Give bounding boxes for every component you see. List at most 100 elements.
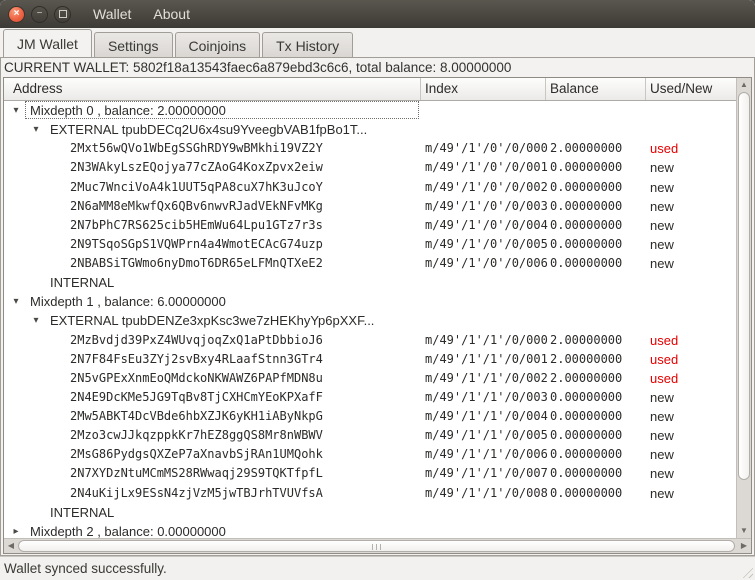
address-cell: 2MzBvdjd39PxZ4WUvqjoqZxQ1aPtDbbioJ6 [70, 332, 323, 347]
tree-row[interactable]: 2Mxt56wQVo1WbEgSSGhRDY9wBMkhi19VZ2Y m/49'… [4, 139, 736, 158]
close-button[interactable]: × [8, 5, 25, 23]
status-cell: used [650, 141, 679, 157]
balance-cell: 0.00000000 [550, 236, 623, 251]
scroll-left-icon[interactable]: ◀ [4, 539, 18, 553]
tab-tx-history[interactable]: Tx History [262, 32, 354, 58]
scroll-down-icon[interactable]: ▼ [737, 524, 751, 538]
vertical-scrollbar-thumb[interactable] [738, 92, 750, 480]
tree-row[interactable]: 2N7F84FsEu3ZYj2svBxy4RLaafStnn3GTr4 m/49'… [4, 350, 736, 369]
tree-row[interactable]: ▸ Mixdepth 2 , balance: 0.00000000 [4, 522, 736, 538]
chevron-right-icon[interactable]: ▸ [10, 522, 22, 538]
tree-row[interactable]: 2Muc7WnciVoA4k1UUT5qPA8cuX7hK3uJcoY m/49'… [4, 178, 736, 197]
menu-wallet[interactable]: Wallet [93, 6, 131, 22]
tab-coinjoins[interactable]: Coinjoins [174, 32, 261, 58]
status-cell: new [650, 409, 674, 424]
tree-row[interactable]: 2NBABSiTGWmo6nyDmoT6DR65eLFMnQTXeE2 m/49'… [4, 254, 736, 273]
address-cell: Mixdepth 2 , balance: 0.00000000 [30, 523, 226, 538]
address-cell: 2N7XYDzNtuMCmMS28RWwaqj29S9TQKTfpfL [70, 466, 323, 481]
status-cell: new [650, 160, 674, 176]
index-cell: m/49'/1'/0'/0/002 [425, 179, 548, 194]
column-header-address[interactable]: Address [4, 78, 421, 100]
status-cell: used [650, 351, 679, 367]
address-cell: 2N7bPhC7RS625cib5HEmWu64Lpu1GTz7r3s [70, 217, 323, 232]
tree-row[interactable]: INTERNAL [4, 273, 736, 292]
resize-grip-icon[interactable] [740, 565, 753, 578]
maximize-icon [58, 10, 67, 18]
index-cell: m/49'/1'/1'/0/005 [425, 428, 548, 443]
address-cell: 2Muc7WnciVoA4k1UUT5qPA8cuX7hK3uJcoY [70, 179, 323, 194]
balance-cell: 2.00000000 [550, 332, 623, 347]
index-cell: m/49'/1'/1'/0/001 [425, 351, 548, 366]
status-cell: new [650, 389, 674, 405]
menu-about[interactable]: About [153, 6, 190, 22]
address-cell: 2N5vGPExXnmEoQMdckoNKWAWZ6PAPfMDN8u [70, 370, 323, 385]
tree-row[interactable]: 2N4uKijLx9ESsN4zjVzM5jwTBJrhTVUVfsA m/49'… [4, 484, 736, 503]
index-cell: m/49'/1'/1'/0/003 [425, 389, 548, 404]
address-cell: EXTERNAL tpubDENZe3xpKsc3we7zHEKhyYp6pXX… [50, 313, 375, 329]
index-cell: m/49'/1'/1'/0/007 [425, 466, 548, 481]
tree-row[interactable]: ▾ EXTERNAL tpubDENZe3xpKsc3we7zHEKhyYp6pX… [4, 311, 736, 330]
horizontal-scrollbar-thumb[interactable] [18, 540, 735, 552]
address-cell: 2NBABSiTGWmo6nyDmoT6DR65eLFMnQTXeE2 [70, 256, 323, 270]
status-message: Wallet synced successfully. [4, 561, 167, 576]
address-cell: 2Mzo3cwJJkqzppkKr7hEZ8ggQS8Mr8nWBWV [70, 428, 323, 443]
index-cell: m/49'/1'/1'/0/000 [425, 332, 548, 347]
address-cell: EXTERNAL tpubDECq2U6x4su9YveegbVAB1fpBo1… [50, 122, 368, 138]
index-cell: m/49'/1'/0'/0/005 [425, 236, 548, 251]
status-cell: new [650, 256, 674, 271]
chevron-down-icon[interactable]: ▾ [10, 101, 22, 120]
tree-row[interactable]: 2N7XYDzNtuMCmMS28RWwaqj29S9TQKTfpfL m/49'… [4, 464, 736, 483]
tree-body: ▾ Mixdepth 0 , balance: 2.00000000 ▾ EXTERN… [4, 101, 736, 538]
tree-row[interactable]: 2N3WAkyLszEQojya77cZAoG4KoxZpvx2eiw m/49'… [4, 158, 736, 177]
chevron-down-icon[interactable]: ▾ [30, 311, 42, 330]
balance-cell: 0.00000000 [550, 428, 623, 443]
tree-row[interactable]: ▾ Mixdepth 1 , balance: 6.00000000 [4, 292, 736, 311]
tree-row[interactable]: 2N7bPhC7RS625cib5HEmWu64Lpu1GTz7r3s m/49'… [4, 216, 736, 235]
maximize-button[interactable] [54, 5, 71, 23]
balance-cell: 0.00000000 [550, 179, 623, 194]
status-cell: new [650, 428, 674, 444]
column-header-used-new[interactable]: Used/New [646, 78, 740, 100]
tree-row[interactable]: 2N6aMM8eMkwfQx6QBv6nwvRJadVEkNFvMKg m/49'… [4, 197, 736, 216]
tree-row[interactable]: 2Mw5ABKT4DcVBde6hbXZJK6yKH1iAByNkpG m/49'… [4, 407, 736, 426]
scroll-right-icon[interactable]: ▶ [737, 539, 751, 553]
wallet-pane: CURRENT WALLET: 5802f18a13543faec6a879eb… [0, 57, 755, 556]
tab-jm-wallet[interactable]: JM Wallet [3, 29, 92, 58]
chevron-down-icon[interactable]: ▾ [30, 120, 42, 139]
index-cell: m/49'/1'/0'/0/000 [425, 141, 548, 156]
address-cell: INTERNAL [50, 275, 115, 291]
titlebar: × − Wallet About [0, 0, 755, 28]
tree-row[interactable]: ▾ Mixdepth 0 , balance: 2.00000000 [4, 101, 736, 120]
horizontal-scrollbar[interactable]: ◀ ▶ [4, 538, 751, 553]
tree-row[interactable]: 2N9TSqoSGpS1VQWPrn4a4WmotECAcG74uzp m/49'… [4, 235, 736, 254]
close-icon: × [13, 8, 20, 19]
tree-row[interactable]: 2MsG86PydgsQXZeP7aXnavbSjRAn1UMQohk m/49'… [4, 445, 736, 464]
address-cell: 2N4E9DcKMe5JG9TqBv8TjCXHCmYEoKPXafF [70, 389, 323, 404]
balance-cell: 0.00000000 [550, 389, 623, 404]
address-cell: 2N6aMM8eMkwfQx6QBv6nwvRJadVEkNFvMKg [70, 198, 323, 213]
index-cell: m/49'/1'/1'/0/002 [425, 370, 548, 385]
scroll-up-icon[interactable]: ▲ [737, 78, 751, 92]
column-header-balance[interactable]: Balance [546, 78, 646, 100]
tree-row[interactable]: 2N4E9DcKMe5JG9TqBv8TjCXHCmYEoKPXafF m/49'… [4, 388, 736, 407]
tree-header: Address Index Balance Used/New [4, 78, 736, 101]
balance-cell: 0.00000000 [550, 485, 623, 500]
address-cell: INTERNAL [50, 504, 115, 520]
tree-row[interactable]: 2N5vGPExXnmEoQMdckoNKWAWZ6PAPfMDN8u m/49'… [4, 369, 736, 388]
status-cell: new [650, 179, 674, 195]
tab-settings[interactable]: Settings [93, 32, 173, 58]
status-cell: new [650, 217, 674, 233]
tree-row[interactable]: 2Mzo3cwJJkqzppkKr7hEZ8ggQS8Mr8nWBWV m/49'… [4, 426, 736, 445]
tree-row[interactable]: INTERNAL [4, 503, 736, 522]
status-bar: Wallet synced successfully. [0, 556, 755, 580]
balance-cell: 2.00000000 [550, 370, 623, 385]
address-cell: 2MsG86PydgsQXZeP7aXnavbSjRAn1UMQohk [70, 447, 323, 462]
tree-row[interactable]: ▾ EXTERNAL tpubDECq2U6x4su9YveegbVAB1fpBo… [4, 120, 736, 139]
vertical-scrollbar[interactable]: ▲ ▼ [736, 78, 751, 538]
address-cell: 2Mw5ABKT4DcVBde6hbXZJK6yKH1iAByNkpG [70, 409, 323, 423]
index-cell: m/49'/1'/0'/0/001 [425, 160, 548, 175]
tree-row[interactable]: 2MzBvdjd39PxZ4WUvqjoqZxQ1aPtDbbioJ6 m/49'… [4, 331, 736, 350]
minimize-button[interactable]: − [31, 5, 48, 23]
column-header-index[interactable]: Index [421, 78, 546, 100]
chevron-down-icon[interactable]: ▾ [10, 292, 22, 311]
